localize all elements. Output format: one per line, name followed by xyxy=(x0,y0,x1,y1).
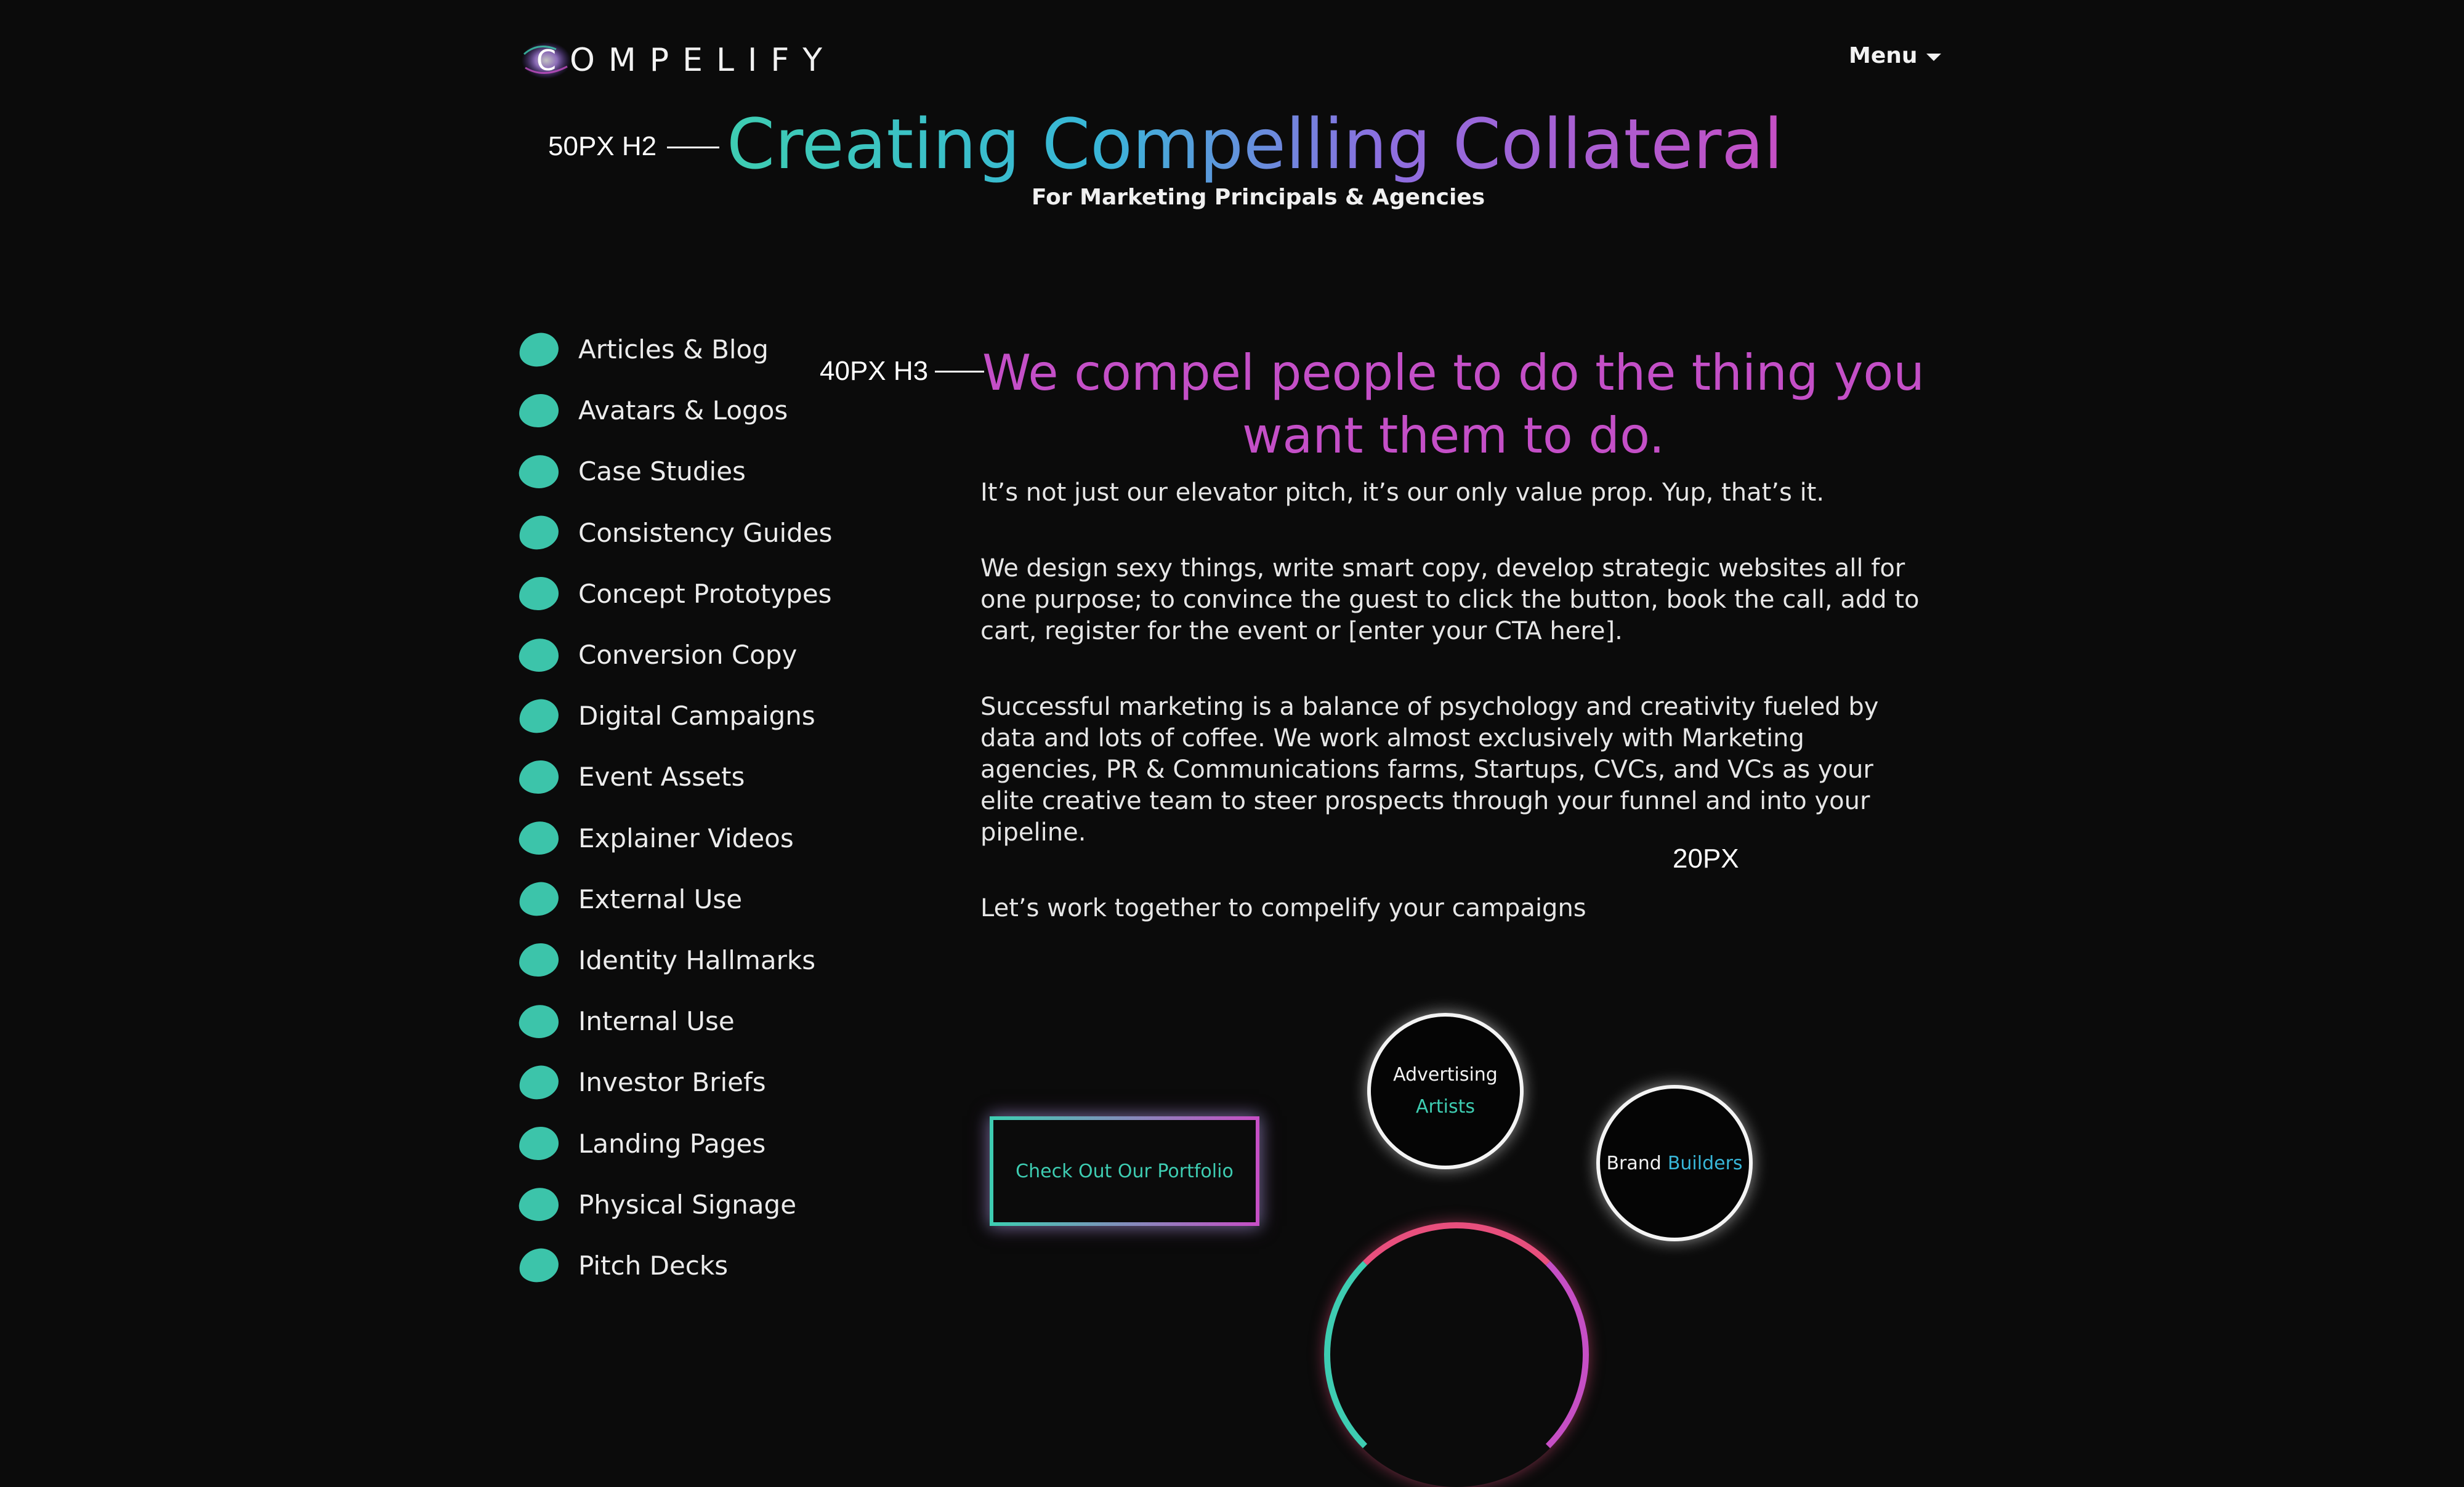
service-label: Consistency Guides xyxy=(578,517,833,548)
service-item[interactable]: Explainer Videos xyxy=(517,808,833,869)
service-item[interactable]: Landing Pages xyxy=(519,1113,833,1174)
annotation-h2-line xyxy=(667,147,719,148)
page-subtitle: For Marketing Principals & Agencies xyxy=(1032,185,1485,210)
blob-bullet-icon xyxy=(517,696,561,735)
service-item[interactable]: Pitch Decks xyxy=(517,1235,833,1296)
intro-paragraph-3: Successful marketing is a balance of psy… xyxy=(980,693,1879,847)
service-label: Conversion Copy xyxy=(578,640,798,671)
blob-bullet-icon xyxy=(519,393,559,428)
builders-label: Builders xyxy=(1667,1152,1743,1174)
blob-bullet-icon xyxy=(519,576,559,611)
service-label: Digital Campaigns xyxy=(578,701,815,731)
portfolio-button[interactable]: Check Out Our Portfolio xyxy=(990,1116,1259,1226)
service-label: Avatars & Logos xyxy=(578,395,788,426)
caret-down-icon xyxy=(1926,53,1941,61)
service-item[interactable]: Digital Campaigns xyxy=(517,685,833,746)
portfolio-button-label: Check Out Our Portfolio xyxy=(1016,1160,1234,1182)
service-item[interactable]: Case Studies xyxy=(517,441,833,502)
intro-paragraph-2: We design sexy things, write smart copy,… xyxy=(980,554,1920,645)
blob-bullet-icon xyxy=(519,943,559,978)
blob-bullet-icon xyxy=(517,1246,561,1285)
blob-bullet-icon xyxy=(517,513,561,552)
service-item[interactable]: Event Assets xyxy=(519,746,833,807)
service-item[interactable]: External Use xyxy=(517,869,833,930)
menu-button[interactable]: Menu xyxy=(1849,43,1941,68)
brand-label: Brand xyxy=(1606,1152,1662,1174)
blob-bullet-icon xyxy=(519,760,559,794)
service-item[interactable]: Consistency Guides xyxy=(517,502,833,563)
logo-mark-icon: C xyxy=(519,36,573,85)
annotation-h3: 40PX H3 xyxy=(820,356,929,386)
advertising-label: Advertising xyxy=(1393,1064,1498,1086)
service-item[interactable]: Physical Signage xyxy=(517,1174,833,1235)
advertising-artists-circle[interactable]: Advertising Artists xyxy=(1367,1013,1524,1169)
service-item[interactable]: Concept Prototypes xyxy=(519,563,833,624)
service-label: Event Assets xyxy=(578,762,745,792)
intro-paragraph-4: Let’s work together to compelify your ca… xyxy=(980,894,1586,922)
service-item[interactable]: Avatars & Logos xyxy=(519,380,833,441)
services-list: Articles & Blog Avatars & Logos Case Studi… xyxy=(517,319,833,1296)
svg-text:C: C xyxy=(536,44,556,77)
service-item[interactable]: Articles & Blog xyxy=(517,319,833,380)
service-label: Explainer Videos xyxy=(578,823,794,853)
blob-bullet-icon xyxy=(517,880,561,919)
service-label: Identity Hallmarks xyxy=(578,945,816,975)
annotation-h2: 50PX H2 xyxy=(548,131,657,161)
page-title: Creating Compelling Collateral xyxy=(727,105,1783,185)
artists-label: Artists xyxy=(1416,1096,1475,1118)
compelify-logo[interactable]: C OMPELIFY xyxy=(519,36,836,85)
service-label: Internal Use xyxy=(578,1006,735,1037)
intro-paragraph-1: It’s not just our elevator pitch, it’s o… xyxy=(980,478,1825,507)
service-label: Concept Prototypes xyxy=(578,578,832,609)
service-label: Articles & Blog xyxy=(578,334,769,365)
service-item[interactable]: Identity Hallmarks xyxy=(519,930,833,991)
service-label: Investor Briefs xyxy=(578,1067,766,1098)
blob-bullet-icon xyxy=(517,1002,560,1040)
blob-bullet-icon xyxy=(517,636,560,674)
value-heading: We compel people to do the thing you wan… xyxy=(982,344,1925,464)
service-label: Landing Pages xyxy=(578,1128,766,1159)
blob-bullet-icon xyxy=(517,453,560,491)
blob-bullet-icon xyxy=(517,330,561,369)
menu-label: Menu xyxy=(1849,43,1918,68)
annotation-body: 20PX xyxy=(1673,844,1739,874)
service-item[interactable]: Investor Briefs xyxy=(517,1052,833,1113)
brand-builders-circle[interactable]: Brand Builders xyxy=(1596,1085,1753,1241)
service-item[interactable]: Internal Use xyxy=(517,991,833,1052)
service-label: Case Studies xyxy=(578,456,746,487)
service-label: Pitch Decks xyxy=(578,1250,729,1281)
intro-copy: It’s not just our elevator pitch, it’s o… xyxy=(980,477,1929,969)
service-label: External Use xyxy=(578,884,743,914)
blob-bullet-icon xyxy=(517,819,560,857)
blob-bullet-icon xyxy=(517,1063,561,1102)
gradient-ring-circle[interactable] xyxy=(1324,1222,1589,1487)
blob-bullet-icon xyxy=(517,1186,560,1223)
brand-wordmark: OMPELIFY xyxy=(570,42,836,79)
service-label: Physical Signage xyxy=(578,1189,797,1220)
blob-bullet-icon xyxy=(519,1126,559,1161)
service-item[interactable]: Conversion Copy xyxy=(517,624,833,685)
